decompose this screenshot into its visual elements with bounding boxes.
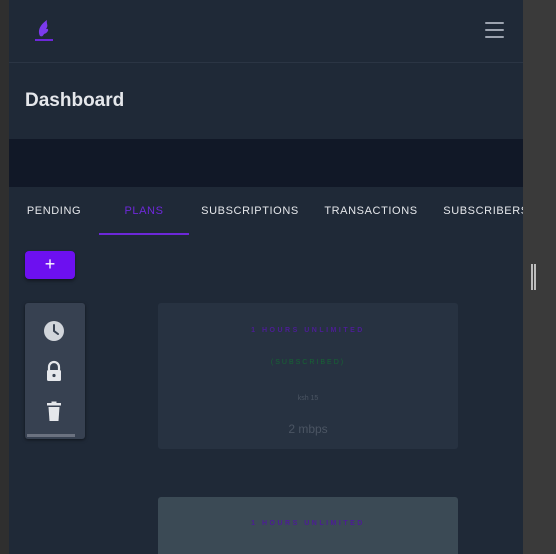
- menu-icon[interactable]: [485, 22, 504, 38]
- tab-plans[interactable]: PLANS: [99, 187, 189, 235]
- app-container: Dashboard PENDING PLANS SUBSCRIPTIONS TR…: [9, 0, 523, 554]
- plan-card[interactable]: 1 HOURS UNLIMITED (SUBSCRIBED) ksh 15 2 …: [158, 303, 458, 449]
- header-banner: [9, 139, 523, 187]
- plan-speed: 2 mbps: [288, 422, 328, 436]
- page-title: Dashboard: [25, 90, 125, 111]
- scroll-indicator: [27, 434, 75, 437]
- tab-pending[interactable]: PENDING: [9, 187, 99, 235]
- app-logo[interactable]: [33, 16, 55, 44]
- plan-price: ksh 15: [297, 395, 319, 402]
- clock-icon[interactable]: [43, 320, 65, 342]
- lock-icon[interactable]: [43, 360, 65, 382]
- window-right-edge: [523, 0, 556, 554]
- plan-actions-card: [25, 303, 85, 439]
- add-plan-button[interactable]: +: [25, 251, 75, 279]
- plan-name: 1 HOURS UNLIMITED: [251, 520, 365, 527]
- plan-status: (SUBSCRIBED): [270, 359, 346, 366]
- window-left-edge: [0, 0, 9, 554]
- top-bar: [9, 0, 523, 63]
- resize-handle[interactable]: [531, 264, 536, 290]
- plan-card[interactable]: 1 HOURS UNLIMITED: [158, 497, 458, 554]
- tab-subscribers[interactable]: SUBSCRIBERS: [431, 187, 523, 235]
- tab-transactions[interactable]: TRANSACTIONS: [311, 187, 431, 235]
- tab-subscriptions[interactable]: SUBSCRIPTIONS: [189, 187, 311, 235]
- trash-icon[interactable]: [43, 400, 65, 422]
- tab-bar: PENDING PLANS SUBSCRIPTIONS TRANSACTIONS…: [9, 187, 523, 235]
- plan-name: 1 HOURS UNLIMITED: [251, 327, 365, 334]
